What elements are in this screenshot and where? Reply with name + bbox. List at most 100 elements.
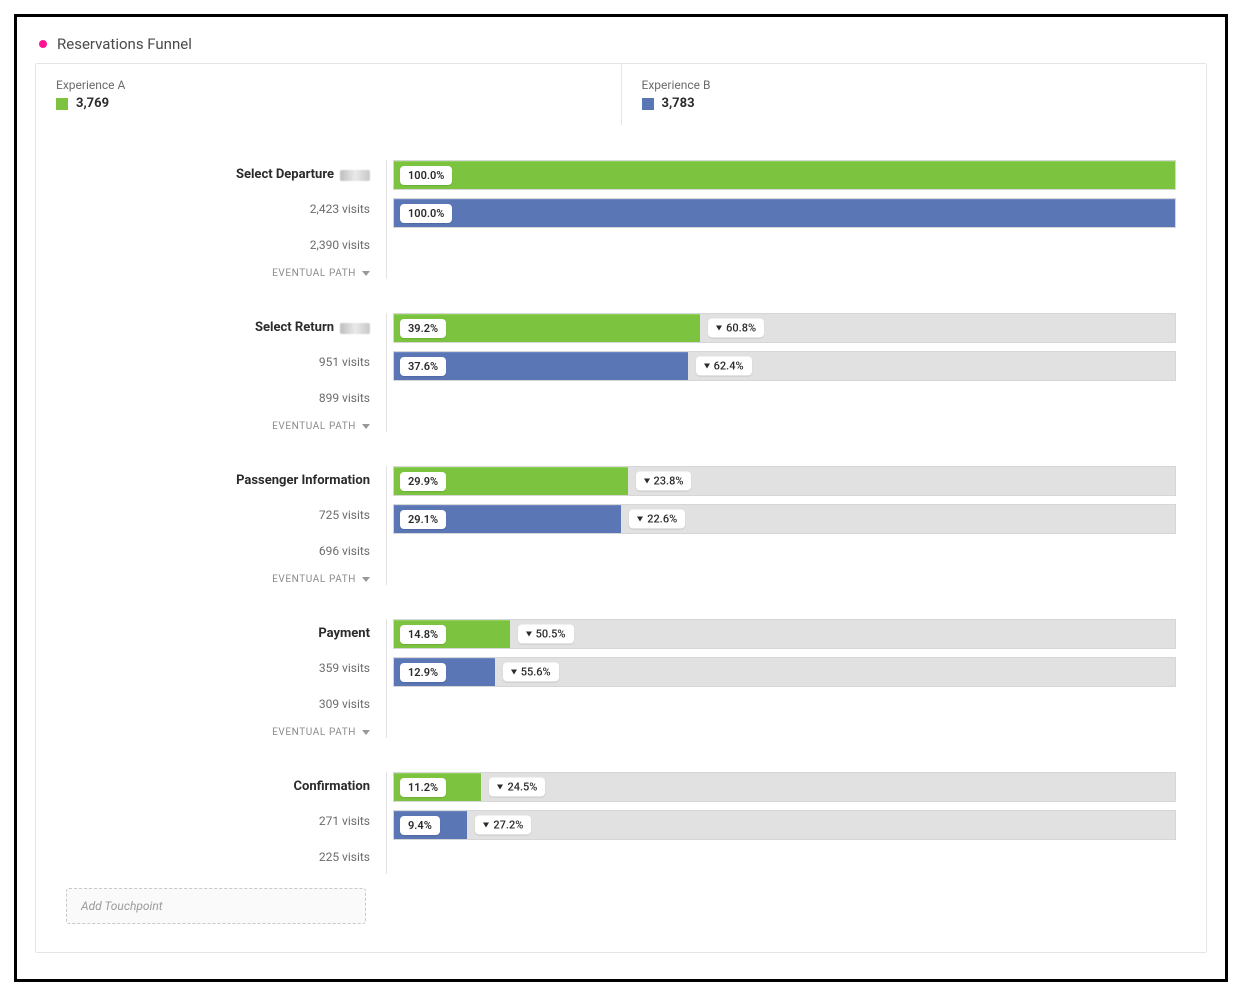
bar-fill-b: 29.1% xyxy=(394,505,621,533)
bar-track-b: 100.0% xyxy=(393,198,1176,228)
eventual-path-toggle[interactable]: EVENTUAL PATH xyxy=(66,421,370,432)
bar-track-a: 14.8% 50.5% xyxy=(393,619,1176,649)
bar-fill-b: 37.6% xyxy=(394,352,688,380)
pct-badge-b: 9.4% xyxy=(400,816,440,835)
dropoff-value-a: 24.5% xyxy=(507,781,537,794)
pct-badge-b: 29.1% xyxy=(400,510,446,529)
legend-total-a: 3,769 xyxy=(76,96,109,111)
pct-badge-a: 39.2% xyxy=(400,319,446,338)
funnel-step: Select Return951 visits899 visits EVENTUA… xyxy=(66,313,1176,432)
funnel-body: Select Departure2,423 visits2,390 visits… xyxy=(36,126,1206,874)
pct-badge-b: 12.9% xyxy=(400,663,446,682)
bar-track-a: 100.0% xyxy=(393,160,1176,190)
down-arrow-icon xyxy=(526,632,532,637)
eventual-path-toggle[interactable]: EVENTUAL PATH xyxy=(66,574,370,585)
visits-label-a: 951 visits xyxy=(66,345,370,379)
step-name-text: Select Departure xyxy=(236,160,334,190)
pct-badge-b: 100.0% xyxy=(400,204,452,223)
chevron-down-icon xyxy=(362,730,370,735)
add-touchpoint-button[interactable]: Add Touchpoint xyxy=(66,888,366,924)
step-name: Payment xyxy=(66,619,370,649)
step-label-column: Select Departure2,423 visits2,390 visits… xyxy=(66,160,386,279)
step-name: Passenger Information xyxy=(66,466,370,496)
chevron-down-icon xyxy=(362,577,370,582)
dropoff-badge-a: 24.5% xyxy=(489,778,545,797)
dropoff-value-a: 50.5% xyxy=(536,628,566,641)
funnel-step: Passenger Information725 visits696 visit… xyxy=(66,466,1176,585)
pct-badge-a: 29.9% xyxy=(400,472,446,491)
dropoff-badge-b: 27.2% xyxy=(475,816,531,835)
legend-value-b: 3,783 xyxy=(642,96,1187,111)
dropoff-value-b: 62.4% xyxy=(714,360,744,373)
dropoff-value-b: 22.6% xyxy=(647,513,677,526)
redacted-text-icon xyxy=(340,323,370,334)
dropoff-badge-a: 23.8% xyxy=(636,472,692,491)
legend-label-b: Experience B xyxy=(642,78,1187,92)
visits-label-b: 309 visits xyxy=(66,687,370,721)
funnel-card: Experience A 3,769 Experience B 3,783 Se… xyxy=(35,63,1207,953)
down-arrow-icon xyxy=(704,364,710,369)
funnel-step: Select Departure2,423 visits2,390 visits… xyxy=(66,160,1176,279)
step-name: Confirmation xyxy=(66,772,370,802)
swatch-b-icon xyxy=(642,98,654,110)
bar-fill-b: 100.0% xyxy=(394,199,1175,227)
legend-label-a: Experience A xyxy=(56,78,601,92)
step-name-text: Select Return xyxy=(255,313,334,343)
down-arrow-icon xyxy=(716,326,722,331)
eventual-path-toggle[interactable]: EVENTUAL PATH xyxy=(66,268,370,279)
down-arrow-icon xyxy=(644,479,650,484)
eventual-path-label: EVENTUAL PATH xyxy=(272,727,356,738)
dropoff-value-b: 27.2% xyxy=(493,819,523,832)
down-arrow-icon xyxy=(511,670,517,675)
step-name-text: Payment xyxy=(318,619,370,649)
bar-fill-a: 100.0% xyxy=(394,161,1175,189)
bar-fill-a: 14.8% xyxy=(394,620,510,648)
legend-row: Experience A 3,769 Experience B 3,783 xyxy=(36,64,1206,126)
step-label-column: Passenger Information725 visits696 visit… xyxy=(66,466,386,585)
panel-header: Reservations Funnel xyxy=(35,31,1207,63)
legend-total-b: 3,783 xyxy=(662,96,695,111)
visits-label-b: 696 visits xyxy=(66,534,370,568)
bar-track-a: 39.2%60.8% xyxy=(393,313,1176,343)
step-bar-column: 29.9% 23.8% 29.1% 22.6% xyxy=(386,466,1176,585)
eventual-path-toggle[interactable]: EVENTUAL PATH xyxy=(66,727,370,738)
eventual-path-label: EVENTUAL PATH xyxy=(272,574,356,585)
visits-label-a: 2,423 visits xyxy=(66,192,370,226)
visits-label-a: 725 visits xyxy=(66,498,370,532)
down-arrow-icon xyxy=(497,785,503,790)
step-bar-column: 100.0% 100.0% xyxy=(386,160,1176,279)
visits-label-b: 225 visits xyxy=(66,840,370,874)
status-dot-icon xyxy=(39,40,47,48)
eventual-path-label: EVENTUAL PATH xyxy=(272,421,356,432)
pct-badge-b: 37.6% xyxy=(400,357,446,376)
dropoff-value-a: 23.8% xyxy=(654,475,684,488)
funnel-step: Payment359 visits309 visitsEVENTUAL PATH… xyxy=(66,619,1176,738)
chevron-down-icon xyxy=(362,271,370,276)
pct-badge-a: 11.2% xyxy=(400,778,446,797)
step-bar-column: 11.2% 24.5% 9.4% 27.2% xyxy=(386,772,1176,874)
panel-frame: Reservations Funnel Experience A 3,769 E… xyxy=(14,14,1228,982)
bar-fill-b: 9.4% xyxy=(394,811,467,839)
dropoff-badge-b: 22.6% xyxy=(629,510,685,529)
bar-track-b: 12.9% 55.6% xyxy=(393,657,1176,687)
bar-fill-a: 29.9% xyxy=(394,467,628,495)
legend-experience-b[interactable]: Experience B 3,783 xyxy=(621,64,1207,125)
dropoff-badge-b: 55.6% xyxy=(503,663,559,682)
dropoff-badge-b: 62.4% xyxy=(696,357,752,376)
bar-fill-a: 39.2% xyxy=(394,314,700,342)
pct-badge-a: 14.8% xyxy=(400,625,446,644)
swatch-a-icon xyxy=(56,98,68,110)
step-name: Select Return xyxy=(66,313,370,343)
step-name-text: Confirmation xyxy=(293,772,370,802)
funnel-step: Confirmation271 visits225 visits11.2%24.… xyxy=(66,772,1176,874)
step-label-column: Select Return951 visits899 visits EVENTUA… xyxy=(66,313,386,432)
down-arrow-icon xyxy=(637,517,643,522)
dropoff-value-b: 55.6% xyxy=(521,666,551,679)
pct-badge-a: 100.0% xyxy=(400,166,452,185)
bar-track-a: 29.9% 23.8% xyxy=(393,466,1176,496)
legend-value-a: 3,769 xyxy=(56,96,601,111)
legend-experience-a[interactable]: Experience A 3,769 xyxy=(36,64,621,125)
visits-label-b: 899 visits xyxy=(66,381,370,415)
bar-track-b: 9.4% 27.2% xyxy=(393,810,1176,840)
bar-track-b: 29.1% 22.6% xyxy=(393,504,1176,534)
